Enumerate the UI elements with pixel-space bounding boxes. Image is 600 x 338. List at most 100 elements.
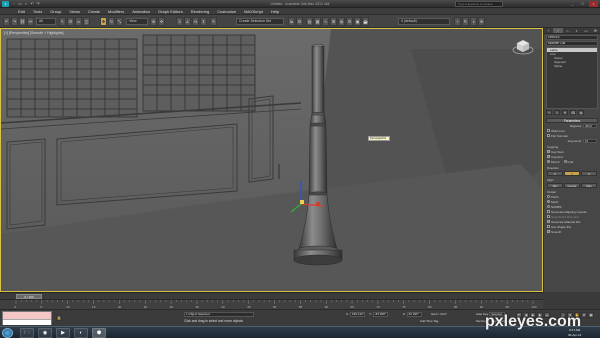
tab-motion[interactable]: ◐ bbox=[572, 28, 581, 33]
render-production-icon[interactable]: ☕ bbox=[362, 17, 369, 26]
remove-modifier-icon[interactable]: ⌫ bbox=[570, 110, 576, 115]
align-icon[interactable]: ⊟ bbox=[296, 17, 303, 26]
spinner-snap-icon[interactable]: ⇕ bbox=[200, 17, 207, 26]
menu-animation[interactable]: Animation bbox=[128, 8, 154, 14]
redo-icon[interactable]: ↷ bbox=[11, 17, 18, 26]
link-icon[interactable]: ⛓ bbox=[19, 17, 26, 26]
weld-core-checkbox[interactable] bbox=[547, 129, 550, 132]
named-selection-set-dropdown[interactable]: Create Selection Set bbox=[236, 18, 284, 25]
perspective-viewport[interactable]: [+] [Perspective] [Smooth + Highlights] … bbox=[0, 28, 543, 292]
configure-sets-icon[interactable]: ▤ bbox=[578, 110, 584, 115]
direction-y-button[interactable]: Y bbox=[564, 171, 580, 176]
taskbar-browser-icon[interactable]: ◉ bbox=[38, 328, 52, 338]
maxscript-input[interactable] bbox=[3, 319, 51, 325]
select-and-scale-icon[interactable]: ⤡ bbox=[116, 17, 123, 26]
material-editor-icon[interactable]: ◍ bbox=[338, 17, 345, 26]
menu-modifiers[interactable]: Modifiers bbox=[104, 8, 128, 14]
graphite-ribbon-icon[interactable]: ▦ bbox=[314, 17, 321, 26]
maximize-button[interactable]: □ bbox=[578, 1, 587, 7]
real-world-checkbox[interactable] bbox=[547, 215, 550, 218]
snaps-toggle-icon[interactable]: 3 bbox=[176, 17, 183, 26]
taskbar-3dsmax-icon[interactable]: ⬢ bbox=[92, 328, 106, 338]
flip-normals-checkbox[interactable] bbox=[547, 134, 550, 137]
nurbs-radio[interactable] bbox=[547, 205, 550, 208]
taskbar-media-icon[interactable]: ▶ bbox=[56, 328, 70, 338]
menu-rendering[interactable]: Rendering bbox=[187, 8, 213, 14]
patch-radio[interactable] bbox=[547, 195, 550, 198]
menu-graph-editors[interactable]: Graph Editors bbox=[154, 8, 187, 14]
select-manipulate-icon[interactable]: ✣ bbox=[158, 17, 165, 26]
track-bar[interactable]: 0 5 10 15 20 25 30 35 40 45 50 55 60 65 70 75 80 85 90 95 10… bbox=[0, 299, 543, 309]
tab-modify[interactable]: ⌐ bbox=[553, 28, 563, 33]
add-time-tag[interactable]: Add Time Tag bbox=[420, 319, 438, 323]
direction-z-button[interactable]: Z bbox=[581, 171, 597, 176]
object-name-field[interactable]: Line016 bbox=[546, 35, 598, 40]
layer-manager-icon[interactable]: ▤ bbox=[306, 17, 313, 26]
reference-coordinate-dropdown[interactable]: View bbox=[126, 18, 148, 25]
menu-create[interactable]: Create bbox=[84, 8, 104, 14]
menu-help[interactable]: Help bbox=[267, 8, 283, 14]
help-search-input[interactable]: Type a keyword or phrase bbox=[455, 1, 503, 7]
segments-input[interactable]: 16 bbox=[583, 138, 597, 143]
x-coordinate-input[interactable]: 168.142" bbox=[349, 312, 365, 317]
mesh-radio[interactable]: • bbox=[547, 200, 550, 203]
select-and-rotate-icon[interactable]: ↻ bbox=[108, 17, 115, 26]
morph-radio[interactable]: • bbox=[547, 160, 550, 163]
curve-editor-icon[interactable]: ∿ bbox=[322, 17, 329, 26]
gen-material-ids-checkbox[interactable]: ✓ bbox=[547, 220, 550, 223]
unlink-icon[interactable]: ⚯ bbox=[27, 17, 34, 26]
menu-tools[interactable]: Tools bbox=[29, 8, 46, 14]
viewcube-icon[interactable] bbox=[512, 37, 534, 55]
select-object-icon[interactable]: ↖ bbox=[59, 17, 66, 26]
taskbar-explorer-icon[interactable]: 🗁 bbox=[20, 328, 34, 338]
menu-views[interactable]: Views bbox=[65, 8, 84, 14]
close-button[interactable]: × bbox=[589, 1, 598, 7]
cap-end-checkbox[interactable]: ✓ bbox=[547, 155, 550, 158]
y-coordinate-input[interactable]: -83.608" bbox=[372, 312, 388, 317]
layer-add-icon[interactable]: + bbox=[454, 17, 461, 26]
show-end-result-icon[interactable]: ⊥ bbox=[554, 110, 560, 115]
select-by-name-icon[interactable]: ☰ bbox=[67, 17, 74, 26]
taskbar-chrome-icon[interactable]: ◐ bbox=[74, 328, 88, 338]
cap-start-checkbox[interactable]: ✓ bbox=[547, 150, 550, 153]
stack-item-spline[interactable]: Spline bbox=[547, 64, 597, 68]
lock-selection-icon[interactable]: 🔒 bbox=[56, 315, 62, 321]
schematic-view-icon[interactable]: ⊞ bbox=[330, 17, 337, 26]
viewport-label[interactable]: [+] [Perspective] [Smooth + Highlights] bbox=[4, 31, 64, 35]
tab-hierarchy[interactable]: ⛬ bbox=[563, 28, 572, 33]
use-shape-ids-checkbox[interactable] bbox=[547, 225, 550, 228]
make-unique-icon[interactable]: ∀ bbox=[562, 110, 568, 115]
menu-maxscript[interactable]: MAXScript bbox=[240, 8, 267, 14]
layer-dropdown[interactable]: 0 (default) bbox=[398, 18, 450, 25]
pivot-center-icon[interactable]: ⊕ bbox=[150, 17, 157, 26]
window-crossing-icon[interactable]: ◫ bbox=[83, 17, 90, 26]
render-setup-icon[interactable]: ⚙ bbox=[346, 17, 353, 26]
maximize-viewport-icon[interactable]: ▣ bbox=[588, 312, 594, 318]
rectangle-selection-icon[interactable]: ▭ bbox=[75, 17, 82, 26]
maxscript-listener-mini[interactable] bbox=[2, 311, 52, 325]
align-max-button[interactable]: Max bbox=[581, 183, 597, 188]
layer-freeze-icon[interactable]: ❄ bbox=[478, 17, 485, 26]
orbit-icon[interactable]: ⟳ bbox=[581, 312, 587, 318]
menu-group[interactable]: Group bbox=[46, 8, 65, 14]
grid-radio[interactable] bbox=[563, 160, 567, 163]
align-min-button[interactable]: Min bbox=[547, 183, 563, 188]
layer-select-icon[interactable]: ⇱ bbox=[462, 17, 469, 26]
layer-hide-icon[interactable]: ◑ bbox=[470, 17, 477, 26]
selection-filter-dropdown[interactable]: All bbox=[36, 18, 56, 25]
direction-x-button[interactable]: X bbox=[547, 171, 563, 176]
tab-create[interactable]: + bbox=[544, 28, 553, 33]
gen-mapping-checkbox[interactable] bbox=[547, 210, 550, 213]
mirror-icon[interactable]: ⇋ bbox=[288, 17, 295, 26]
start-button-icon[interactable] bbox=[2, 328, 13, 338]
pin-stack-icon[interactable]: ⊣ bbox=[546, 110, 552, 115]
redo-icon[interactable]: ↷ bbox=[35, 1, 41, 7]
menu-edit[interactable]: Edit bbox=[14, 8, 29, 14]
rendered-frame-icon[interactable]: ▣ bbox=[354, 17, 361, 26]
percent-snap-icon[interactable]: % bbox=[192, 17, 199, 26]
edit-named-selection-icon[interactable]: ✎ bbox=[210, 17, 217, 26]
select-and-move-icon[interactable]: ✥ bbox=[100, 17, 107, 26]
modifier-list-dropdown[interactable]: Modifier List bbox=[546, 41, 598, 46]
undo-icon[interactable]: ↶ bbox=[3, 17, 10, 26]
smooth-checkbox[interactable]: ✓ bbox=[547, 230, 550, 233]
